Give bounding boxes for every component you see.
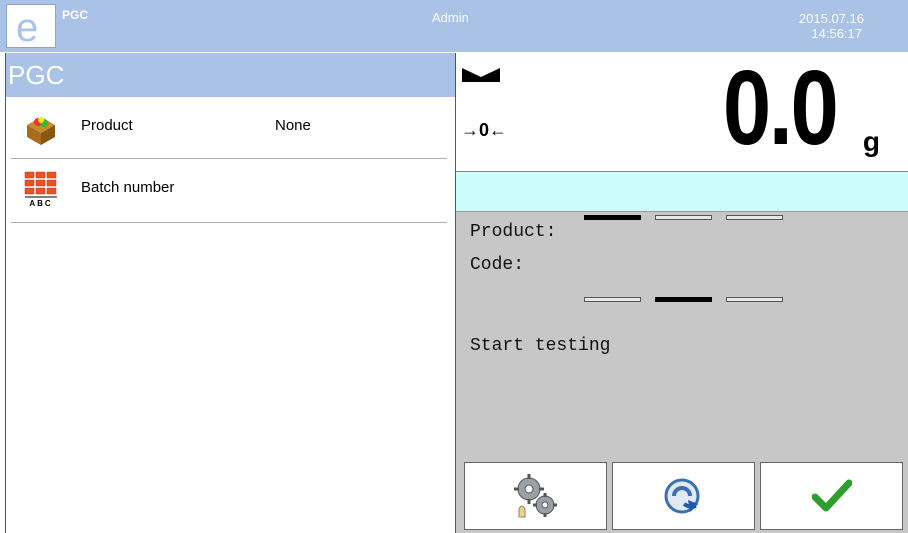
gears-icon bbox=[513, 474, 557, 518]
date-display: 2015.07.16 bbox=[798, 11, 864, 26]
confirm-button[interactable] bbox=[760, 462, 903, 530]
progress-bottom-1 bbox=[584, 297, 641, 302]
product-label: Product bbox=[81, 117, 133, 134]
top-bar: e PGC Admin 2015.07.16 14:56:17 bbox=[0, 0, 908, 52]
zero-indicator: →0← bbox=[461, 120, 508, 140]
work-area: Product: Code: Start testing bbox=[456, 212, 908, 460]
list-item-batch-number[interactable]: ABC Batch number bbox=[11, 159, 447, 223]
panel-title: PGC bbox=[5, 53, 455, 97]
list-item-product[interactable]: Product None bbox=[11, 97, 447, 159]
progress-top-2 bbox=[655, 215, 712, 220]
weight-value: 0.0 bbox=[722, 49, 839, 167]
weight-display: →0← 0.0 g bbox=[456, 49, 908, 172]
e-logo-icon: e bbox=[16, 6, 38, 50]
stability-icon bbox=[462, 68, 500, 82]
left-panel: PGC Product None ABC Batch number bbox=[5, 53, 456, 533]
info-strip bbox=[456, 172, 908, 212]
status-message: Start testing bbox=[470, 336, 611, 356]
product-box-icon bbox=[27, 117, 55, 145]
code-field-label: Code: bbox=[470, 255, 525, 275]
weight-unit: g bbox=[862, 126, 880, 157]
batch-number-label: Batch number bbox=[81, 179, 175, 196]
progress-bottom-2 bbox=[655, 297, 712, 302]
batch-number-icon: ABC bbox=[24, 171, 57, 207]
product-field-label: Product: bbox=[470, 222, 557, 242]
check-icon bbox=[811, 479, 852, 512]
time-display: 14:56:17 bbox=[811, 26, 862, 41]
right-panel: →0← 0.0 g Product: Code: Start testing bbox=[456, 49, 908, 533]
logo[interactable]: e bbox=[6, 4, 56, 50]
svg-text:e: e bbox=[16, 6, 38, 47]
app-name: PGC bbox=[62, 8, 89, 22]
product-value: None bbox=[275, 117, 311, 134]
button-bar bbox=[456, 460, 908, 533]
progress-bottom-3 bbox=[726, 297, 783, 302]
settings-button[interactable] bbox=[464, 462, 607, 530]
progress-top-3 bbox=[726, 215, 783, 220]
svg-text:ABC: ABC bbox=[29, 199, 52, 207]
user-name: Admin bbox=[432, 10, 469, 25]
return-arrow-icon bbox=[664, 478, 699, 514]
progress-top-1 bbox=[584, 215, 641, 220]
settings-list: Product None ABC Batch number bbox=[5, 97, 455, 533]
return-button[interactable] bbox=[612, 462, 755, 530]
